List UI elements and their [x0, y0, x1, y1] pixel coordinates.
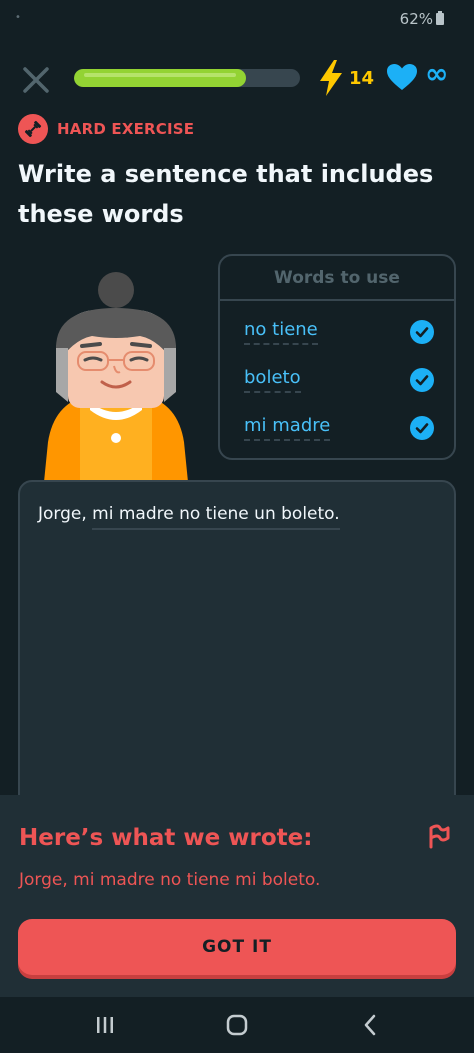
- hard-exercise-label: HARD EXERCISE: [57, 120, 195, 138]
- home-icon: [226, 1014, 248, 1036]
- answer-text: Jorge, mi madre no tiene un boleto.: [38, 504, 340, 530]
- recent-apps-icon: [97, 1017, 113, 1033]
- words-to-use-title: Words to use: [220, 256, 454, 301]
- battery-icon: [436, 11, 444, 25]
- check-icon: [410, 368, 434, 392]
- word-text: no tiene: [244, 319, 318, 345]
- character-illustration: [44, 272, 188, 482]
- got-it-button[interactable]: GOT IT: [18, 919, 456, 975]
- close-icon: [23, 67, 49, 93]
- lesson-header: 14 ∞: [0, 58, 474, 102]
- prompt-title: Write a sentence that includes these wor…: [18, 160, 434, 228]
- feedback-title: Here’s what we wrote:: [19, 825, 313, 851]
- word-text: mi madre: [244, 415, 331, 441]
- home-button[interactable]: [217, 1009, 257, 1041]
- dumbbell-icon: [18, 114, 48, 144]
- hearts-count: ∞: [425, 57, 449, 90]
- lightning-icon: [320, 60, 342, 96]
- hard-exercise-badge: HARD EXERCISE: [18, 114, 194, 144]
- word-item[interactable]: no tiene: [244, 316, 434, 348]
- recent-apps-button[interactable]: [85, 1009, 125, 1041]
- system-nav-bar: [0, 997, 474, 1053]
- words-to-use-panel: Words to use no tiene boleto mi madre: [218, 254, 456, 460]
- answer-textarea[interactable]: Jorge, mi madre no tiene un boleto.: [18, 480, 456, 810]
- back-icon: [364, 1014, 376, 1036]
- streak-count: 14: [349, 67, 375, 89]
- word-text: boleto: [244, 367, 301, 393]
- flag-icon[interactable]: [426, 823, 452, 849]
- check-icon: [410, 416, 434, 440]
- word-item[interactable]: boleto: [244, 364, 434, 396]
- battery-level: 62%: [399, 10, 433, 28]
- back-button[interactable]: [350, 1009, 390, 1041]
- battery-indicator: 62%: [400, 10, 444, 28]
- answer-word-rest: mi madre no tiene un boleto.: [92, 504, 340, 530]
- lesson-progress-bar: [74, 69, 300, 87]
- feedback-text: Jorge, mi madre no tiene mi boleto.: [19, 870, 321, 890]
- status-bar: • 62%: [0, 0, 474, 40]
- heart-icon[interactable]: [386, 63, 418, 91]
- word-item[interactable]: mi madre: [244, 412, 434, 444]
- notification-dot: •: [15, 12, 21, 23]
- progress-fill: [74, 69, 246, 87]
- streak-counter[interactable]: 14: [316, 59, 374, 97]
- answer-word-leading: Jorge,: [38, 504, 87, 524]
- close-button[interactable]: [20, 64, 52, 96]
- check-icon: [410, 320, 434, 344]
- feedback-sheet: Here’s what we wrote: Jorge, mi madre no…: [0, 795, 474, 997]
